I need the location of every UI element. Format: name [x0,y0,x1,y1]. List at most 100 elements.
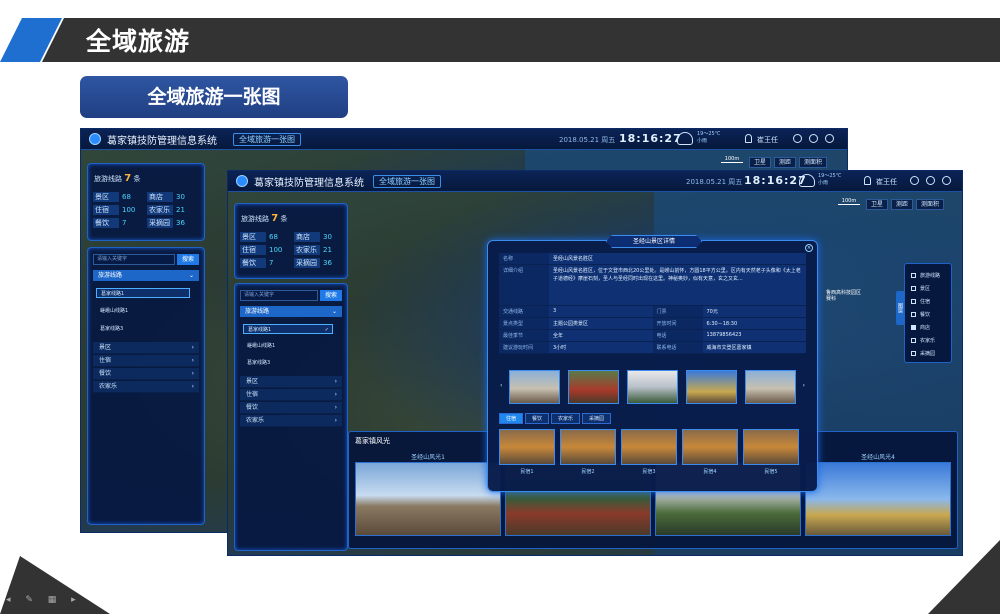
tab-orchard[interactable]: 采摘园 [582,413,612,424]
map-label: 赛科 [826,296,837,302]
close-icon[interactable]: × [805,244,813,252]
stats-grid: 景区 68 商店 30 住宿 100 农家乐 21 餐饮 7 采摘园 36 [240,232,344,268]
search-button[interactable]: 搜索 [320,290,342,301]
photo-card[interactable]: 圣经山风光1 [355,452,501,536]
chevron-right-icon[interactable]: › [803,382,805,389]
carousel-thumb[interactable] [745,370,796,404]
info-row: 交通线路 3 门票 70元 [499,306,806,318]
nearby-list: 民宿1 民宿2 民宿3 民宿4 民宿5 [499,429,806,475]
route-item[interactable]: 嵯峨山线路1 [96,306,190,316]
tab-active[interactable]: 全域旅游一张图 [373,175,441,188]
home-icon[interactable] [910,176,919,185]
nearby-tabs: 住宿 餐饮 农家乐 采摘园 [499,413,612,424]
sidebar-panel: 请输入关键字 搜索 旅游线路 ⌄ 葛家线路1 ✓ 嵯峨山线路1 葛家线路3 景区 › … [234,283,348,551]
accordion-routes[interactable]: 旅游线路 ⌄ [93,270,199,281]
search-row: 请输入关键字 搜索 [93,254,199,265]
stat-cell: 住宿 100 [240,245,283,255]
layer-checkbox[interactable]: 住宿 [911,298,930,305]
chevron-right-icon: › [191,383,194,390]
route-item[interactable]: 葛家线路1 [96,288,190,298]
tool-measure-distance[interactable]: 测距 [774,157,797,168]
info-row: 建议游玩时间 3小时 联系电话 威海市文登区葛家镇 [499,342,806,354]
category-item[interactable]: 农家乐 › [93,381,199,393]
category-item[interactable]: 景区 › [93,342,199,354]
category-item[interactable]: 住宿 › [240,389,342,401]
system-title: 葛家镇技防管理信息系统 [107,136,217,147]
carousel-thumb[interactable] [627,370,678,404]
search-input[interactable]: 请输入关键字 [240,290,318,301]
gallery-title: 葛家镇风光 [355,437,390,445]
help-icon[interactable] [926,176,935,185]
tab-farmstay[interactable]: 农家乐 [551,413,581,424]
tool-satellite[interactable]: 卫星 [866,199,889,210]
search-button[interactable]: 搜索 [177,254,199,265]
accordion-routes[interactable]: 旅游线路 ⌄ [240,306,342,317]
stat-cell: 商店 30 [147,192,185,202]
tool-measure-area[interactable]: 测面积 [799,157,828,168]
tool-measure-distance[interactable]: 测距 [891,199,914,210]
map-scale: 100m [721,156,743,163]
tab-dining[interactable]: 餐饮 [525,413,550,424]
user-icon [864,176,871,185]
power-icon[interactable] [825,134,834,143]
tool-satellite[interactable]: 卫星 [749,157,772,168]
routes-count: 旅游线路 7 条 [241,213,288,224]
chevron-right-icon: › [334,417,337,424]
dialog-title: 圣经山景区详情 [606,235,702,248]
logo-icon [236,175,248,187]
carousel-thumb[interactable] [686,370,737,404]
clock: 18:16:27 [744,174,807,187]
slide-controls[interactable]: ◂ ✎ ▦ ▸ [6,595,82,605]
layer-checkbox[interactable]: 餐饮 [911,311,930,318]
user-name[interactable]: 崔王任 [876,177,897,187]
map-tools: 卫星 测距 测面积 [866,199,945,210]
nearby-card[interactable]: 民宿3 [621,429,677,475]
top-bar: 葛家镇技防管理信息系统 全域旅游一张图 2018.05.21 周五 18:16:… [228,171,962,192]
help-icon[interactable] [809,134,818,143]
chevron-left-icon[interactable]: ‹ [500,382,502,389]
corner-decoration-left [0,556,110,614]
logo-icon [89,133,101,145]
category-item[interactable]: 餐饮 › [93,368,199,380]
layer-checkbox[interactable]: 采摘园 [911,350,935,357]
layer-panel: 旅游线路 景区 住宿 餐饮 商店 农家乐 采摘园 [904,263,952,363]
category-item[interactable]: 餐饮 › [240,402,342,414]
carousel-thumb[interactable] [509,370,560,404]
route-item[interactable]: 嵯峨山线路1 [243,341,333,351]
route-item[interactable]: 葛家线路3 [243,358,333,368]
routes-count: 旅游线路 7 条 [94,173,141,184]
scenic-detail-dialog: 圣经山景区详情 × 名称 圣经山风景名胜区 详细介绍 圣经山风景名胜区，位于文登市西… [487,240,818,492]
tab-active[interactable]: 全域旅游一张图 [233,133,301,146]
nearby-card[interactable]: 民宿4 [682,429,738,475]
photo-golden-statue [805,462,951,536]
search-input[interactable]: 请输入关键字 [93,254,175,265]
layer-checkbox[interactable]: 旅游线路 [911,272,940,279]
slide-title: 全域旅游 [86,27,191,56]
stat-cell: 住宿 100 [93,205,136,215]
layer-checkbox[interactable]: 商店 [911,324,930,331]
route-item[interactable]: 葛家线路1 ✓ [243,324,333,334]
app-window-front: 葛家镇技防管理信息系统 全域旅游一张图 2018.05.21 周五 18:16:… [227,170,963,556]
route-item[interactable]: 葛家线路3 [96,324,190,334]
chevron-right-icon: › [334,378,337,385]
category-item[interactable]: 住宿 › [93,355,199,367]
user-name[interactable]: 崔王任 [757,135,778,145]
stat-cell: 农家乐 21 [294,245,332,255]
home-icon[interactable] [793,134,802,143]
layer-checkbox[interactable]: 景区 [911,285,930,292]
power-icon[interactable] [942,176,951,185]
layer-tab[interactable]: 图层 [896,291,904,325]
stat-cell: 农家乐 21 [147,205,185,215]
category-item[interactable]: 景区 › [240,376,342,388]
tab-lodging[interactable]: 住宿 [499,413,524,424]
photo-card[interactable]: 圣经山风光4 [805,452,951,536]
map-scale: 100m [838,198,860,205]
nearby-card[interactable]: 民宿2 [560,429,616,475]
category-item[interactable]: 农家乐 › [240,415,342,427]
layer-checkbox[interactable]: 农家乐 [911,337,935,344]
photo-carousel: ‹ › [499,368,806,406]
carousel-thumb[interactable] [568,370,619,404]
tool-measure-area[interactable]: 测面积 [916,199,945,210]
nearby-card[interactable]: 民宿5 [743,429,799,475]
nearby-card[interactable]: 民宿1 [499,429,555,475]
